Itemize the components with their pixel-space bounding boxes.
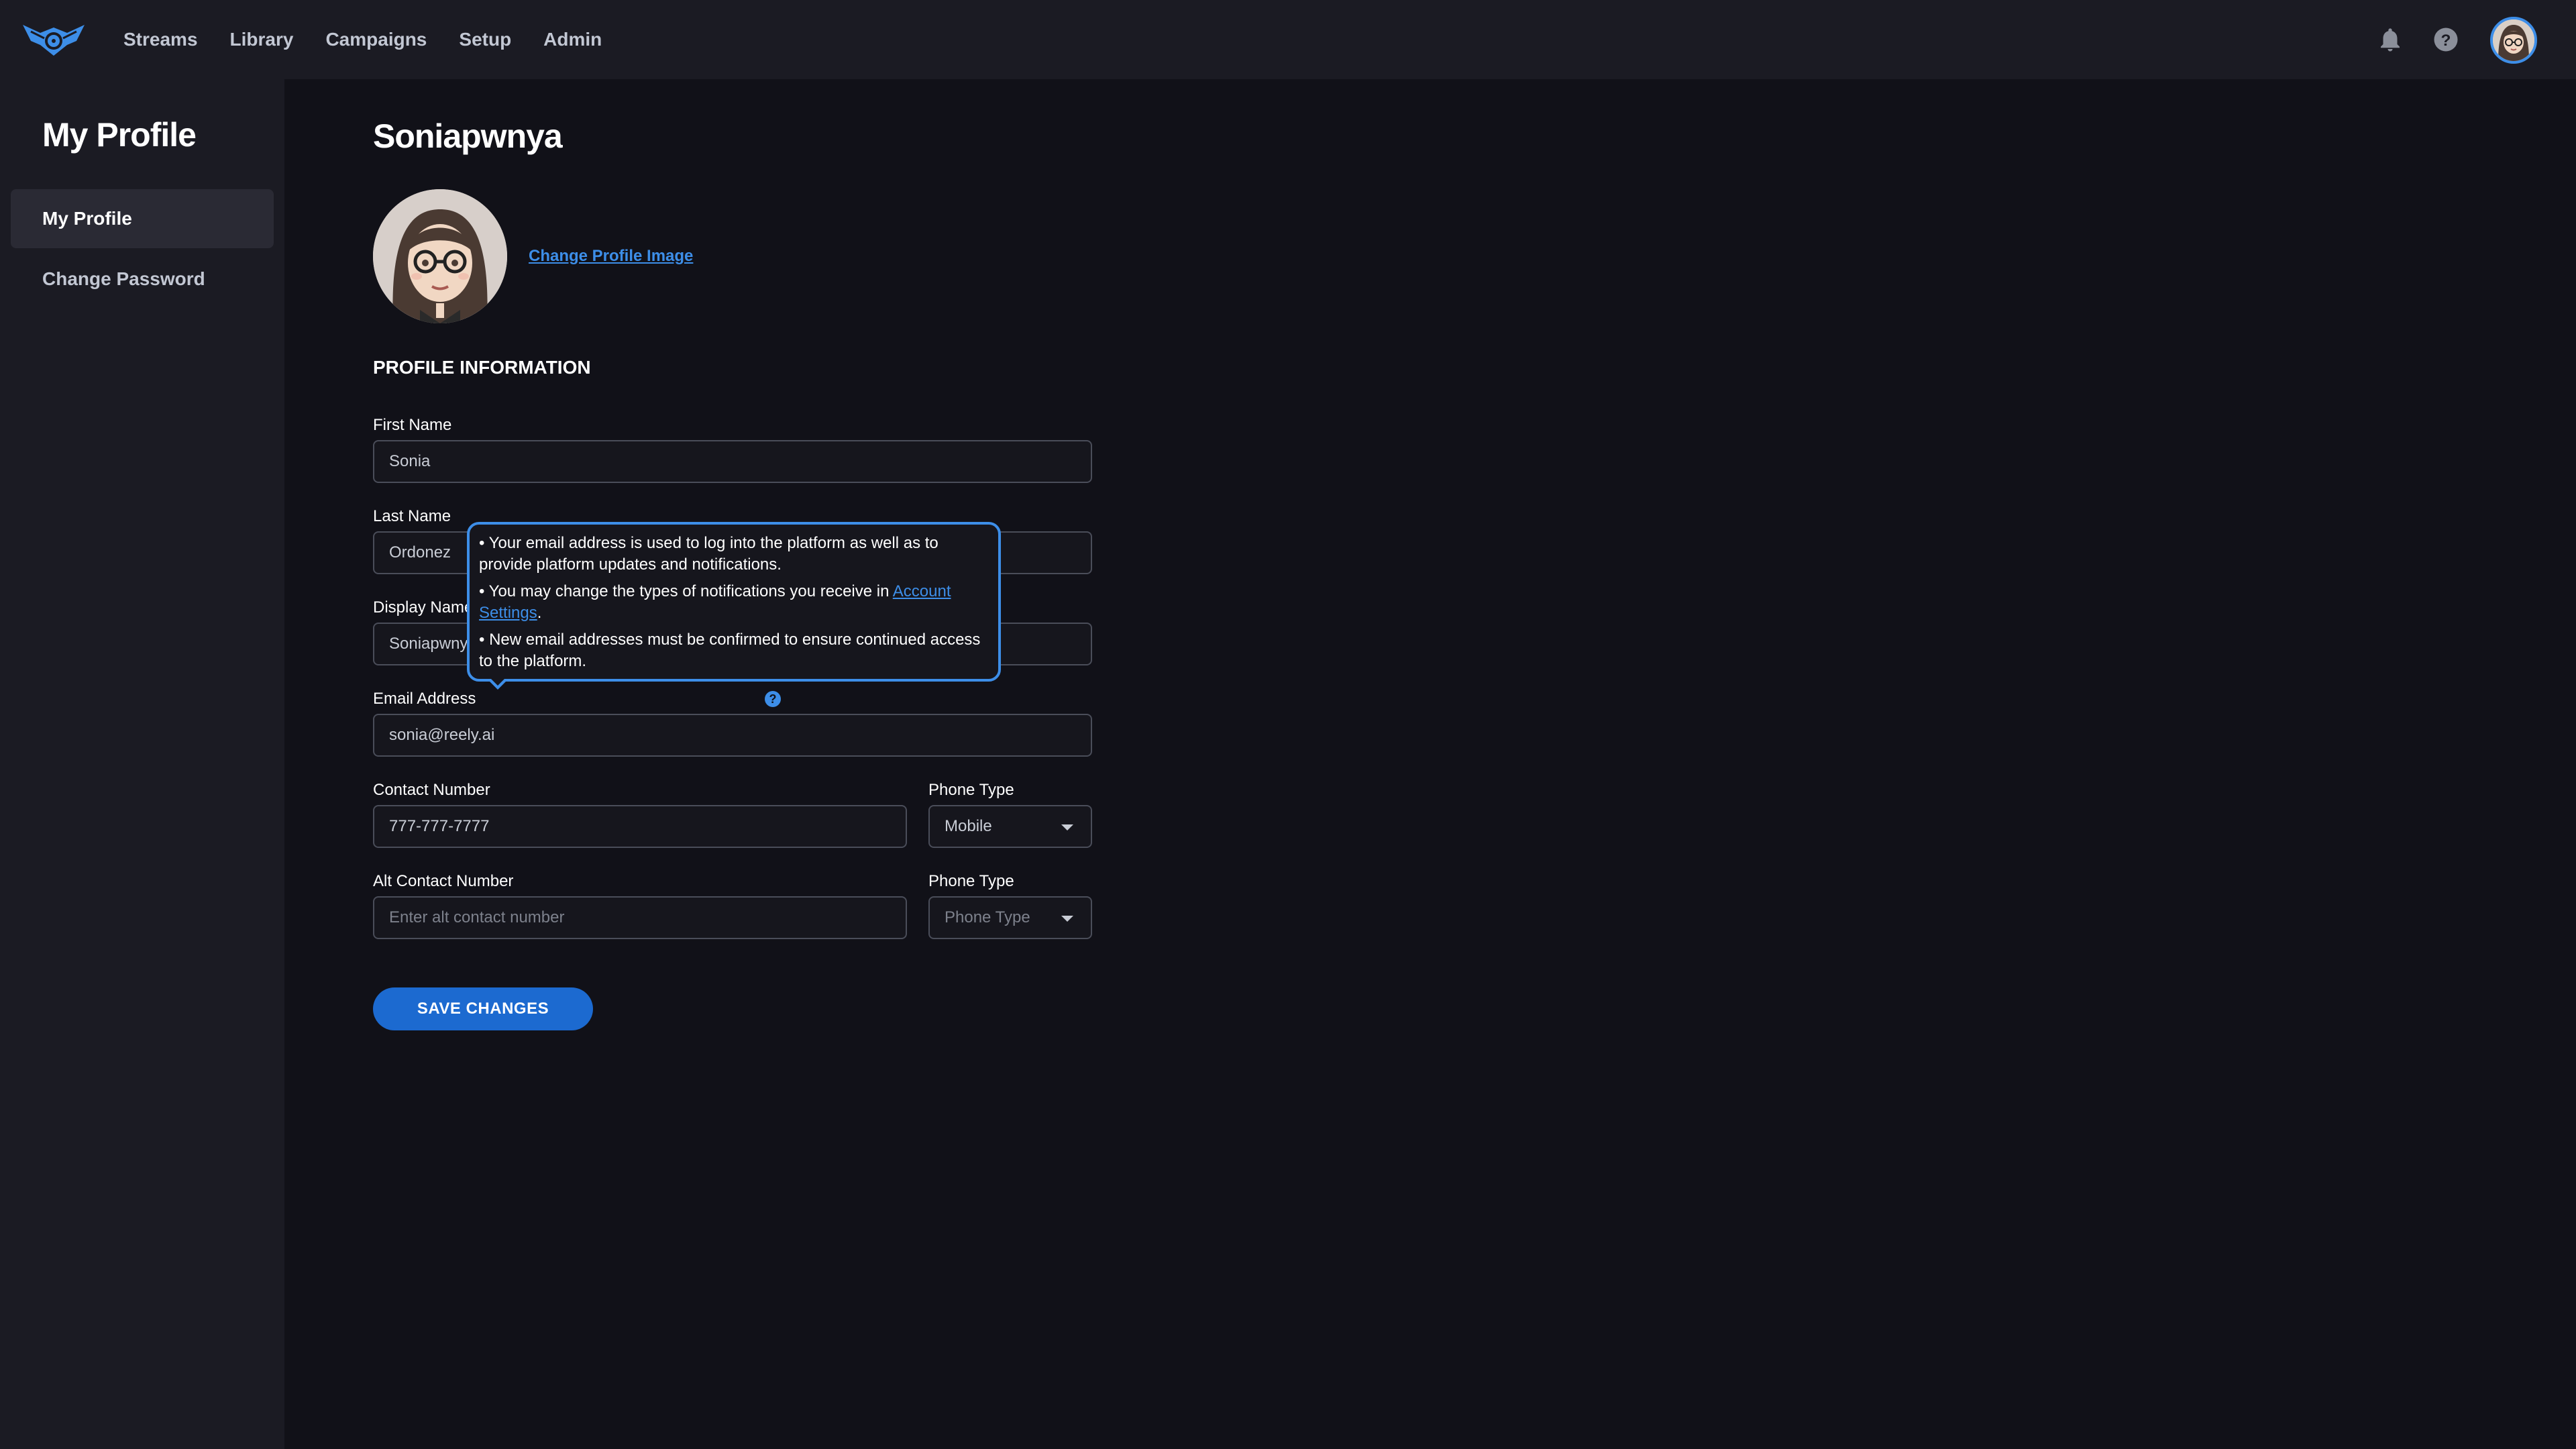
nav-setup[interactable]: Setup xyxy=(459,29,511,50)
email-label: Email Address xyxy=(373,690,476,708)
bell-icon[interactable] xyxy=(2376,25,2404,54)
svg-text:?: ? xyxy=(2441,32,2451,50)
display-name-label: Display Name xyxy=(373,598,474,616)
sidebar: My Profile My Profile Change Password xyxy=(0,79,284,1449)
tooltip-line-3: • New email addresses must be confirmed … xyxy=(479,631,981,670)
alt-contact-number-label: Alt Contact Number xyxy=(373,872,514,890)
tooltip-line-2-suffix: . xyxy=(537,604,542,622)
help-icon[interactable]: ? xyxy=(2432,25,2460,54)
app-logo-icon[interactable] xyxy=(20,18,87,60)
sidebar-item-my-profile[interactable]: My Profile xyxy=(11,189,274,248)
contact-number-field[interactable]: 777-777-7777 xyxy=(373,805,907,848)
sidebar-item-label: My Profile xyxy=(42,208,132,229)
first-name-field[interactable]: Sonia xyxy=(373,440,1092,483)
main-nav: Streams Library Campaigns Setup Admin xyxy=(123,0,634,79)
tooltip-line-1: • Your email address is used to log into… xyxy=(479,534,938,574)
profile-information-heading: PROFILE INFORMATION xyxy=(373,357,591,378)
tooltip-arrow-inner xyxy=(491,679,504,686)
alt-phone-type-placeholder: Phone Type xyxy=(945,908,1030,926)
profile-image xyxy=(373,189,507,323)
phone-type-value: Mobile xyxy=(945,817,992,835)
phone-type-label: Phone Type xyxy=(928,781,1014,799)
nav-admin[interactable]: Admin xyxy=(543,29,602,50)
last-name-label: Last Name xyxy=(373,507,451,525)
phone-type-select[interactable]: Mobile xyxy=(928,805,1092,848)
email-info-icon[interactable]: ? xyxy=(765,691,781,707)
alt-phone-type-label: Phone Type xyxy=(928,872,1014,890)
sidebar-item-label: Change Password xyxy=(42,268,205,289)
alt-contact-number-field[interactable]: Enter alt contact number xyxy=(373,896,907,939)
contact-number-label: Contact Number xyxy=(373,781,490,799)
save-changes-button[interactable]: SAVE CHANGES xyxy=(373,987,593,1030)
sidebar-title: My Profile xyxy=(42,116,197,154)
email-info-tooltip: • Your email address is used to log into… xyxy=(467,522,1001,690)
nav-library[interactable]: Library xyxy=(230,29,294,50)
email-field[interactable]: sonia@reely.ai xyxy=(373,714,1092,757)
nav-streams[interactable]: Streams xyxy=(123,29,198,50)
user-avatar[interactable] xyxy=(2490,17,2537,64)
tooltip-line-2: • You may change the types of notificati… xyxy=(479,581,990,624)
chevron-down-icon xyxy=(1061,916,1073,922)
alt-phone-type-select[interactable]: Phone Type xyxy=(928,896,1092,939)
page-title: Soniapwnya xyxy=(373,117,563,155)
main-content: Soniapwnya Change Profile Image PROFILE … xyxy=(284,79,2576,1449)
nav-campaigns[interactable]: Campaigns xyxy=(325,29,427,50)
first-name-label: First Name xyxy=(373,416,452,434)
chevron-down-icon xyxy=(1061,824,1073,830)
top-navigation-bar: Streams Library Campaigns Setup Admin ? xyxy=(0,0,2576,79)
sidebar-item-change-password[interactable]: Change Password xyxy=(11,250,274,309)
tooltip-line-2-text: • You may change the types of notificati… xyxy=(479,582,893,600)
change-profile-image-link[interactable]: Change Profile Image xyxy=(529,247,693,266)
